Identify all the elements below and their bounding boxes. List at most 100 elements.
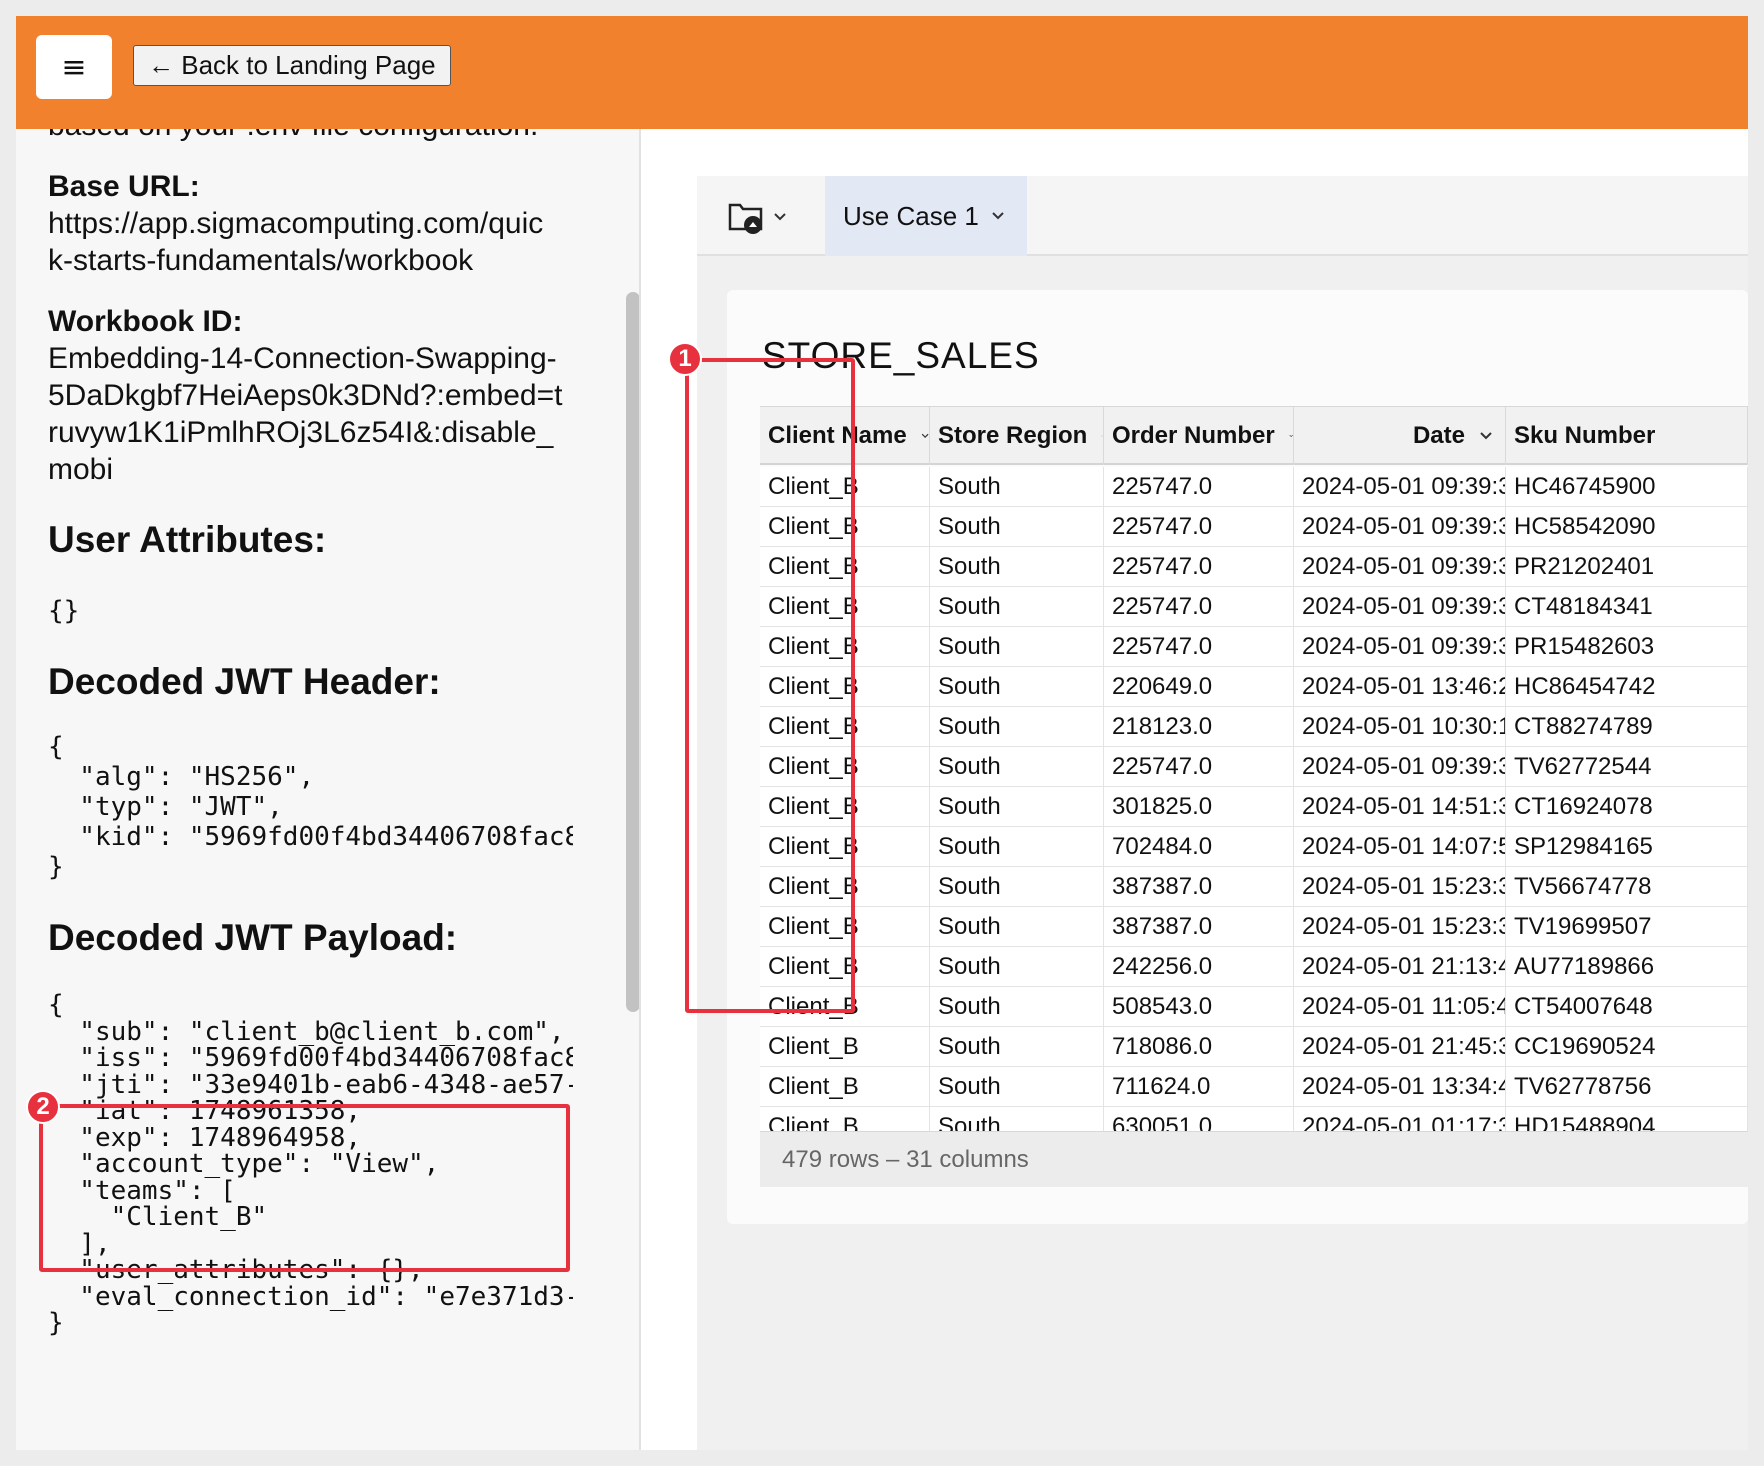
table-row[interactable]: Client_B South 225747.0 2024-05-01 09:39:39… bbox=[760, 587, 1748, 627]
table-cell[interactable]: 630051.0 bbox=[1104, 1107, 1294, 1131]
column-header-sku-number[interactable]: Sku Number bbox=[1506, 407, 1748, 465]
table-cell[interactable]: 225747.0 bbox=[1104, 507, 1294, 547]
folder-menu-button[interactable] bbox=[727, 194, 787, 240]
table-cell[interactable]: South bbox=[930, 987, 1104, 1027]
table-row[interactable]: Client_B South 225747.0 2024-05-01 09:39:39… bbox=[760, 547, 1748, 587]
table-cell[interactable]: 2024-05-01 09:39:39 bbox=[1294, 587, 1506, 627]
table-row[interactable]: Client_B South 508543.0 2024-05-01 11:05:46… bbox=[760, 987, 1748, 1027]
table-cell[interactable]: 718086.0 bbox=[1104, 1027, 1294, 1067]
table-cell[interactable]: 2024-05-01 21:13:48 bbox=[1294, 947, 1506, 987]
table-cell[interactable]: CT88274789 bbox=[1506, 707, 1748, 747]
table-cell[interactable]: CT54007648 bbox=[1506, 987, 1748, 1027]
table-cell[interactable]: HC46745900 bbox=[1506, 467, 1748, 507]
table-cell[interactable]: 242256.0 bbox=[1104, 947, 1294, 987]
table-cell[interactable]: 218123.0 bbox=[1104, 707, 1294, 747]
table-cell[interactable]: TV19699507 bbox=[1506, 907, 1748, 947]
table-row[interactable]: Client_B South 711624.0 2024-05-01 13:34:43… bbox=[760, 1067, 1748, 1107]
table-cell[interactable]: 2024-05-01 14:51:33 bbox=[1294, 787, 1506, 827]
table-row[interactable]: Client_B South 630051.0 2024-05-01 01:17:35… bbox=[760, 1107, 1748, 1131]
table-cell[interactable]: 2024-05-01 09:39:39 bbox=[1294, 627, 1506, 667]
table-cell[interactable]: 225747.0 bbox=[1104, 747, 1294, 787]
table-cell[interactable]: South bbox=[930, 827, 1104, 867]
table-cell[interactable]: 711624.0 bbox=[1104, 1067, 1294, 1107]
table-cell[interactable]: 387387.0 bbox=[1104, 907, 1294, 947]
table-cell[interactable]: South bbox=[930, 1027, 1104, 1067]
table-cell[interactable]: HC58542090 bbox=[1506, 507, 1748, 547]
chevron-down-icon[interactable] bbox=[921, 431, 929, 441]
table-cell[interactable]: 2024-05-01 09:39:39 bbox=[1294, 467, 1506, 507]
table-cell[interactable]: Client_B bbox=[760, 1107, 930, 1131]
table-row[interactable]: Client_B South 718086.0 2024-05-01 21:45:31… bbox=[760, 1027, 1748, 1067]
table-cell[interactable]: 2024-05-01 14:07:54 bbox=[1294, 827, 1506, 867]
table-cell[interactable]: South bbox=[930, 627, 1104, 667]
table-cell[interactable]: 2024-05-01 01:17:35 bbox=[1294, 1107, 1506, 1131]
table-cell[interactable]: TV62778756 bbox=[1506, 1067, 1748, 1107]
table-row[interactable]: Client_B South 225747.0 2024-05-01 09:39:39… bbox=[760, 507, 1748, 547]
table-cell[interactable]: 2024-05-01 15:23:36 bbox=[1294, 907, 1506, 947]
column-header-store-region[interactable]: Store Region bbox=[930, 407, 1104, 465]
table-cell[interactable]: 225747.0 bbox=[1104, 587, 1294, 627]
chevron-down-icon[interactable] bbox=[1101, 431, 1103, 441]
table-row[interactable]: Client_B South 387387.0 2024-05-01 15:23:36… bbox=[760, 867, 1748, 907]
table-cell[interactable]: Client_B bbox=[760, 1067, 930, 1107]
table-row[interactable]: Client_B South 242256.0 2024-05-01 21:13:48… bbox=[760, 947, 1748, 987]
table-cell[interactable]: TV56674778 bbox=[1506, 867, 1748, 907]
table-cell[interactable]: South bbox=[930, 467, 1104, 507]
table-cell[interactable]: 508543.0 bbox=[1104, 987, 1294, 1027]
chevron-down-icon[interactable] bbox=[1479, 431, 1493, 441]
table-cell[interactable]: South bbox=[930, 507, 1104, 547]
table-cell[interactable]: South bbox=[930, 947, 1104, 987]
table-cell[interactable]: South bbox=[930, 907, 1104, 947]
table-cell[interactable]: 220649.0 bbox=[1104, 667, 1294, 707]
column-header-order-number[interactable]: Order Number bbox=[1104, 407, 1294, 465]
data-table[interactable]: Client Name Store Region Order Number Da… bbox=[760, 406, 1748, 1131]
table-cell[interactable]: PR21202401 bbox=[1506, 547, 1748, 587]
table-cell[interactable]: South bbox=[930, 867, 1104, 907]
table-cell[interactable]: 2024-05-01 13:46:27 bbox=[1294, 667, 1506, 707]
table-cell[interactable]: South bbox=[930, 667, 1104, 707]
table-row[interactable]: Client_B South 225747.0 2024-05-01 09:39:39… bbox=[760, 467, 1748, 507]
table-cell[interactable]: 2024-05-01 10:30:11 bbox=[1294, 707, 1506, 747]
table-row[interactable]: Client_B South 702484.0 2024-05-01 14:07:54… bbox=[760, 827, 1748, 867]
table-cell[interactable]: CT16924078 bbox=[1506, 787, 1748, 827]
table-row[interactable]: Client_B South 225747.0 2024-05-01 09:39:39… bbox=[760, 747, 1748, 787]
table-cell[interactable]: 2024-05-01 09:39:39 bbox=[1294, 747, 1506, 787]
table-cell[interactable]: South bbox=[930, 587, 1104, 627]
table-cell[interactable]: CC19690524 bbox=[1506, 1027, 1748, 1067]
table-cell[interactable]: SP12984165 bbox=[1506, 827, 1748, 867]
table-cell[interactable]: South bbox=[930, 1107, 1104, 1131]
back-to-landing-button[interactable]: ← Back to Landing Page bbox=[133, 45, 451, 86]
table-cell[interactable]: South bbox=[930, 707, 1104, 747]
table-cell[interactable]: South bbox=[930, 1067, 1104, 1107]
table-cell[interactable]: CT48184341 bbox=[1506, 587, 1748, 627]
table-cell[interactable]: 301825.0 bbox=[1104, 787, 1294, 827]
table-cell[interactable]: South bbox=[930, 547, 1104, 587]
table-cell[interactable]: 2024-05-01 13:34:43 bbox=[1294, 1067, 1506, 1107]
table-row[interactable]: Client_B South 220649.0 2024-05-01 13:46:27… bbox=[760, 667, 1748, 707]
table-cell[interactable]: TV62772544 bbox=[1506, 747, 1748, 787]
table-cell[interactable]: South bbox=[930, 787, 1104, 827]
table-cell[interactable]: 702484.0 bbox=[1104, 827, 1294, 867]
table-cell[interactable]: 2024-05-01 09:39:39 bbox=[1294, 547, 1506, 587]
table-cell[interactable]: South bbox=[930, 747, 1104, 787]
table-cell[interactable]: HC86454742 bbox=[1506, 667, 1748, 707]
table-row[interactable]: Client_B South 225747.0 2024-05-01 09:39:39… bbox=[760, 627, 1748, 667]
table-cell[interactable]: 2024-05-01 11:05:46 bbox=[1294, 987, 1506, 1027]
table-cell[interactable]: 387387.0 bbox=[1104, 867, 1294, 907]
left-panel-scrollbar[interactable] bbox=[626, 292, 639, 1012]
tab-use-case-1[interactable]: Use Case 1 bbox=[825, 176, 1027, 256]
table-cell[interactable]: Client_B bbox=[760, 1027, 930, 1067]
table-row[interactable]: Client_B South 387387.0 2024-05-01 15:23:36… bbox=[760, 907, 1748, 947]
chevron-down-icon[interactable] bbox=[1289, 431, 1293, 441]
table-cell[interactable]: AU77189866 bbox=[1506, 947, 1748, 987]
table-cell[interactable]: HD15488904 bbox=[1506, 1107, 1748, 1131]
column-header-date[interactable]: Date bbox=[1294, 407, 1506, 465]
table-cell[interactable]: 225747.0 bbox=[1104, 547, 1294, 587]
table-cell[interactable]: 2024-05-01 21:45:31 bbox=[1294, 1027, 1506, 1067]
table-cell[interactable]: 2024-05-01 15:23:36 bbox=[1294, 867, 1506, 907]
table-row[interactable]: Client_B South 301825.0 2024-05-01 14:51:33… bbox=[760, 787, 1748, 827]
table-row[interactable]: Client_B South 218123.0 2024-05-01 10:30:11… bbox=[760, 707, 1748, 747]
table-cell[interactable]: 2024-05-01 09:39:39 bbox=[1294, 507, 1506, 547]
hamburger-menu-button[interactable]: ≡ bbox=[36, 35, 112, 99]
table-cell[interactable]: 225747.0 bbox=[1104, 467, 1294, 507]
